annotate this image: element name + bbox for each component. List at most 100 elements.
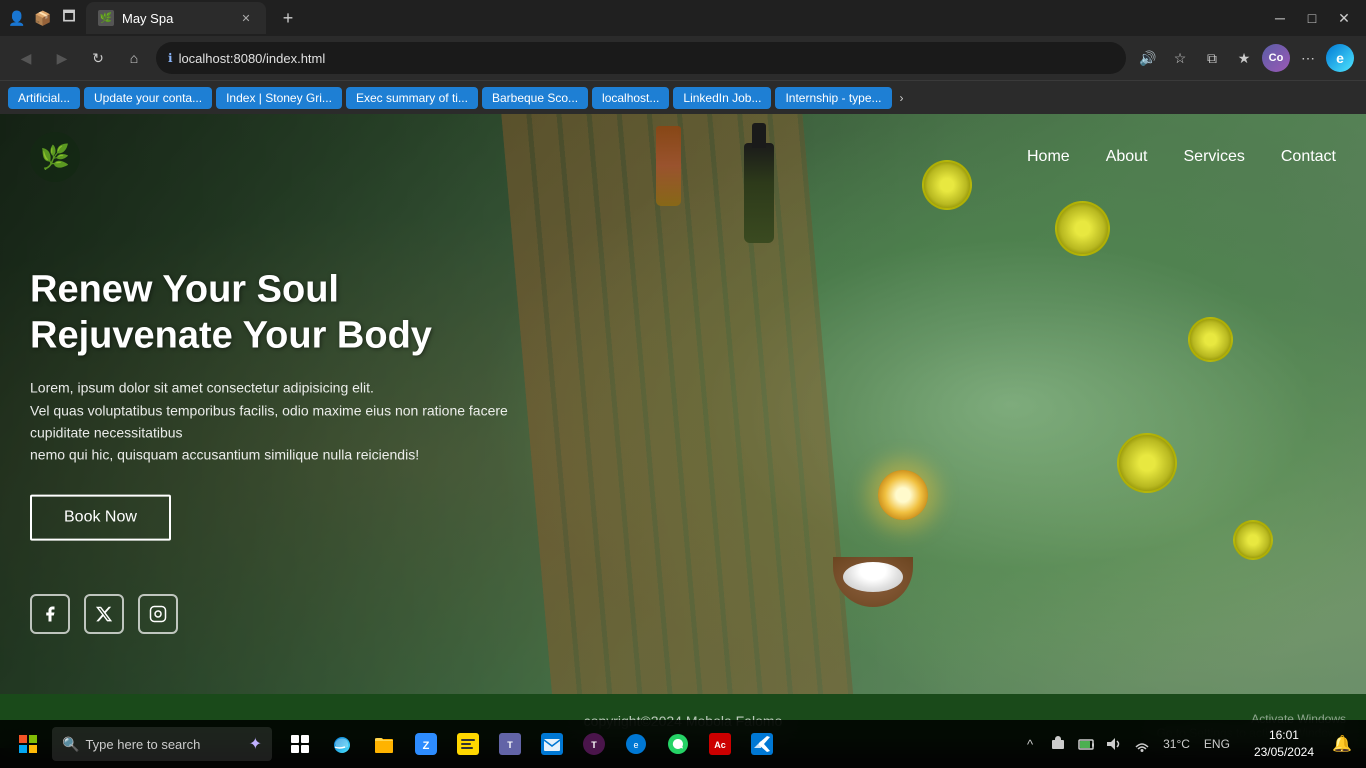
whatsapp-icon[interactable] <box>658 724 698 764</box>
tray-chevron[interactable]: ^ <box>1019 733 1041 755</box>
edge-icon: e <box>1326 44 1354 72</box>
taskbar-search-icon: 🔍 <box>62 736 79 753</box>
bookmark-8[interactable]: Internship - type... <box>775 87 891 109</box>
task-view-button[interactable] <box>280 724 320 764</box>
taskbar-search[interactable]: 🔍 Type here to search ✦ <box>52 727 272 761</box>
site-logo: 🌿 <box>30 132 80 182</box>
tray-icon-2[interactable] <box>1075 733 1097 755</box>
split-screen-button[interactable]: ⧉ <box>1198 44 1226 72</box>
book-now-button[interactable]: Book Now <box>30 494 171 540</box>
maximize-button[interactable]: □ <box>1298 4 1326 32</box>
read-aloud-button[interactable]: 🔊 <box>1134 44 1162 72</box>
lemon-3 <box>1117 433 1177 493</box>
hero-title: Renew Your Soul Rejuvenate Your Body <box>30 268 530 359</box>
tab-close-button[interactable]: ✕ <box>238 10 254 26</box>
tab-title: May Spa <box>122 11 230 26</box>
url-bar[interactable]: ℹ localhost:8080/index.html <box>156 42 1126 74</box>
nav-home[interactable]: Home <box>1027 148 1070 166</box>
network-icon[interactable] <box>1131 733 1153 755</box>
bookmark-6[interactable]: localhost... <box>592 87 669 109</box>
bookmarks-more-button[interactable]: › <box>900 91 904 105</box>
lemon-1 <box>1055 201 1110 256</box>
collections-icon[interactable]: 📦 <box>34 9 52 27</box>
clock-display[interactable]: 16:01 23/05/2024 <box>1246 723 1322 765</box>
notification-center-button[interactable]: 🔔 <box>1326 724 1358 764</box>
clock-time: 16:01 <box>1254 727 1314 744</box>
taskbar: 🔍 Type here to search ✦ <box>0 720 1366 768</box>
hero-title-line2: Rejuvenate Your Body <box>30 314 432 356</box>
security-icon: ℹ <box>168 51 173 65</box>
vscode-icon[interactable] <box>742 724 782 764</box>
file-explorer-icon[interactable] <box>364 724 404 764</box>
forward-button[interactable]: ▶ <box>48 44 76 72</box>
svg-text:T: T <box>507 740 513 750</box>
favorites-button[interactable]: ☆ <box>1166 44 1194 72</box>
close-button[interactable]: ✕ <box>1330 4 1358 32</box>
settings-button[interactable]: ⋯ <box>1294 44 1322 72</box>
volume-icon[interactable] <box>1103 733 1125 755</box>
hero-title-line1: Renew Your Soul <box>30 269 339 311</box>
bookmark-3[interactable]: Index | Stoney Gri... <box>216 87 342 109</box>
nav-contact[interactable]: Contact <box>1281 148 1336 166</box>
nav-services[interactable]: Services <box>1184 148 1245 166</box>
bookmarks-bar: Artificial... Update your conta... Index… <box>0 80 1366 114</box>
spa-visual <box>478 114 1366 694</box>
bookmark-7[interactable]: LinkedIn Job... <box>673 87 771 109</box>
edge-taskbar-icon[interactable] <box>322 724 362 764</box>
facebook-icon[interactable] <box>30 594 70 634</box>
site-nav: 🌿 Home About Services Contact <box>0 114 1366 200</box>
back-button[interactable]: ◀ <box>12 44 40 72</box>
hero-desc-3: nemo qui hic, quisquam accusantium simil… <box>30 447 419 463</box>
profile-icon[interactable]: 👤 <box>8 9 26 27</box>
zoom-icon[interactable]: Z <box>406 724 446 764</box>
taskbar-right: ^ 31°C ENG 16:01 23/05/2024 🔔 <box>1011 723 1358 765</box>
nav-links: Home About Services Contact <box>1027 148 1336 166</box>
active-tab[interactable]: 🌿 May Spa ✕ <box>86 2 266 34</box>
instagram-icon[interactable] <box>138 594 178 634</box>
nav-about[interactable]: About <box>1106 148 1148 166</box>
clock-date: 23/05/2024 <box>1254 744 1314 761</box>
hero-content: Renew Your Soul Rejuvenate Your Body Lor… <box>30 268 530 541</box>
minimize-button[interactable]: ─ <box>1266 4 1294 32</box>
copilot-taskbar-icon[interactable]: e <box>616 724 656 764</box>
acrobat-icon[interactable]: Ac <box>700 724 740 764</box>
mail-icon[interactable] <box>532 724 572 764</box>
svg-text:Ac: Ac <box>714 740 726 750</box>
svg-text:T: T <box>591 740 597 750</box>
bookmark-2[interactable]: Update your conta... <box>84 87 212 109</box>
lemon-4 <box>1233 520 1273 560</box>
browser-window: 👤 📦 🗖 🌿 May Spa ✕ + ─ □ ✕ ◀ ▶ ↻ ⌂ ℹ loca… <box>0 0 1366 748</box>
logo-icon: 🌿 <box>30 132 80 182</box>
url-text: localhost:8080/index.html <box>179 51 326 66</box>
tray-icon-1[interactable] <box>1047 733 1069 755</box>
temperature-display[interactable]: 31°C <box>1159 733 1194 755</box>
tab-group-icon[interactable]: 🗖 <box>60 9 78 27</box>
system-tray: ^ 31°C ENG <box>1011 733 1242 755</box>
teams-icon[interactable]: T <box>490 724 530 764</box>
refresh-button[interactable]: ↻ <box>84 44 112 72</box>
favorites-collection-button[interactable]: ★ <box>1230 44 1258 72</box>
svg-text:Z: Z <box>423 740 430 752</box>
taskbar-search-text: Type here to search <box>85 737 242 752</box>
copilot-button[interactable]: Co <box>1262 44 1290 72</box>
title-bar: 👤 📦 🗖 🌿 May Spa ✕ + ─ □ ✕ <box>0 0 1366 36</box>
bookmark-5[interactable]: Barbeque Sco... <box>482 87 588 109</box>
start-button[interactable] <box>8 724 48 764</box>
toolbar-right: 🔊 ☆ ⧉ ★ Co ⋯ e <box>1134 44 1354 72</box>
title-bar-controls: 👤 📦 🗖 <box>8 9 78 27</box>
new-tab-button[interactable]: + <box>274 4 302 32</box>
svg-text:e: e <box>633 740 638 750</box>
social-icons <box>30 594 178 634</box>
address-bar: ◀ ▶ ↻ ⌂ ℹ localhost:8080/index.html 🔊 ☆ … <box>0 36 1366 80</box>
bookmark-1[interactable]: Artificial... <box>8 87 80 109</box>
home-button[interactable]: ⌂ <box>120 44 148 72</box>
language-display[interactable]: ENG <box>1200 733 1234 755</box>
copilot-search-icon: ✦ <box>249 734 262 754</box>
hero-desc-2: Vel quas voluptatibus temporibus facilis… <box>30 402 508 440</box>
sticky-notes-icon[interactable] <box>448 724 488 764</box>
spa-candle <box>878 470 928 520</box>
teams-2-icon[interactable]: T <box>574 724 614 764</box>
twitter-x-icon[interactable] <box>84 594 124 634</box>
website-content: 🌿 Home About Services Contact Renew Your… <box>0 114 1366 694</box>
bookmark-4[interactable]: Exec summary of ti... <box>346 87 478 109</box>
